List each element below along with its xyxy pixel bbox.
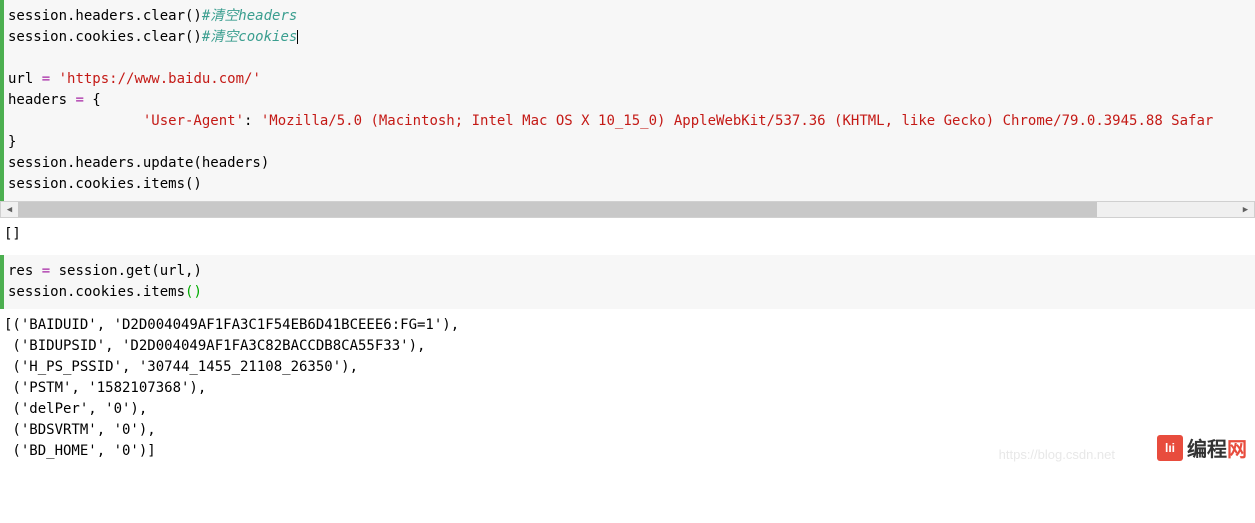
- output-text: []: [4, 226, 21, 242]
- code-line-1: res = session.get(url,): [8, 263, 202, 279]
- code-line-1: session.headers.clear()#清空headers: [8, 8, 297, 24]
- code-line-7: session.headers.update(headers): [8, 155, 269, 171]
- watermark-text: https://blog.csdn.net: [999, 447, 1115, 462]
- code-cell-2[interactable]: res = session.get(url,) session.cookies.…: [0, 255, 1255, 309]
- logo-badge-icon: lıi: [1157, 435, 1183, 461]
- scroll-left-arrow-icon[interactable]: ◀: [1, 202, 18, 217]
- code-line-4: headers = {: [8, 92, 101, 108]
- logo-text: 编程网: [1187, 433, 1247, 462]
- output-line: ('BDSVRTM', '0'),: [4, 422, 156, 438]
- output-cell-1: []: [0, 218, 1255, 251]
- output-line: ('PSTM', '1582107368'),: [4, 380, 206, 396]
- code-line-5: 'User-Agent': 'Mozilla/5.0 (Macintosh; I…: [8, 113, 1213, 129]
- scrollbar-thumb[interactable]: [18, 202, 1097, 217]
- output-line: ('H_PS_PSSID', '30744_1455_21108_26350')…: [4, 359, 358, 375]
- scroll-right-arrow-icon[interactable]: ▶: [1237, 202, 1254, 217]
- code-line-3: url = 'https://www.baidu.com/': [8, 71, 261, 87]
- code-cell-1[interactable]: session.headers.clear()#清空headers sessio…: [0, 0, 1255, 201]
- code-line-2: session.cookies.clear()#清空cookies: [8, 29, 298, 45]
- site-logo: lıi 编程网: [1157, 433, 1247, 462]
- output-line: ('BIDUPSID', 'D2D004049AF1FA3C82BACCDB8C…: [4, 338, 425, 354]
- code-line-2: session.cookies.items(): [8, 284, 202, 300]
- code-line-6: }: [8, 134, 16, 150]
- output-line: ('delPer', '0'),: [4, 401, 147, 417]
- scrollbar-track[interactable]: [18, 202, 1237, 217]
- code-line-8: session.cookies.items(): [8, 176, 202, 192]
- output-cell-2: [('BAIDUID', 'D2D004049AF1FA3C1F54EB6D41…: [0, 309, 1255, 468]
- horizontal-scrollbar[interactable]: ◀ ▶: [0, 201, 1255, 218]
- output-line: [('BAIDUID', 'D2D004049AF1FA3C1F54EB6D41…: [4, 317, 459, 333]
- text-cursor: [297, 30, 298, 44]
- output-line: ('BD_HOME', '0')]: [4, 443, 156, 459]
